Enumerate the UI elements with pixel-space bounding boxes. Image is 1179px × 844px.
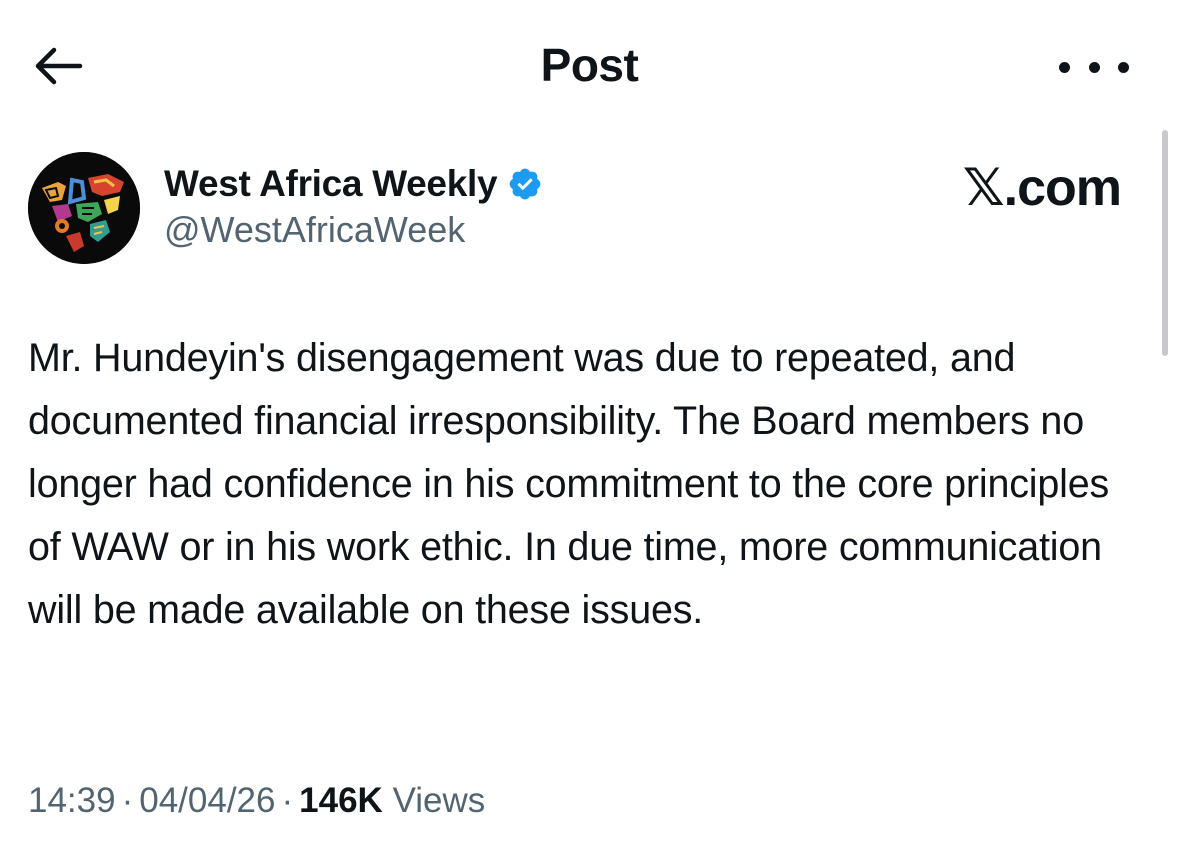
- post-meta: 14:39 · 04/04/26 · 146K Views: [28, 781, 485, 821]
- scrollbar[interactable]: [1162, 130, 1168, 356]
- meta-separator: ·: [281, 781, 294, 820]
- avatar[interactable]: [28, 152, 140, 264]
- top-bar: Post: [0, 0, 1179, 130]
- views-count[interactable]: 146K: [299, 781, 383, 820]
- page-title: Post: [540, 39, 639, 91]
- verified-badge-icon: [509, 168, 541, 200]
- post-time[interactable]: 14:39: [28, 781, 116, 820]
- author-name-row: West Africa Weekly: [164, 160, 543, 208]
- post-date[interactable]: 04/04/26: [139, 781, 275, 820]
- author-name[interactable]: West Africa Weekly: [164, 163, 498, 205]
- x-com-watermark: 𝕏.com: [962, 159, 1122, 217]
- post-text: Mr. Hundeyin's disengagement was due to …: [28, 336, 1110, 632]
- west-africa-weekly-logo: [28, 152, 140, 264]
- meta-separator: ·: [121, 781, 134, 820]
- more-horizontal-icon: [1059, 61, 1070, 73]
- views-label: Views: [392, 781, 486, 820]
- more-options-button[interactable]: [1059, 50, 1129, 84]
- author-handle[interactable]: @WestAfricaWeek: [164, 209, 465, 251]
